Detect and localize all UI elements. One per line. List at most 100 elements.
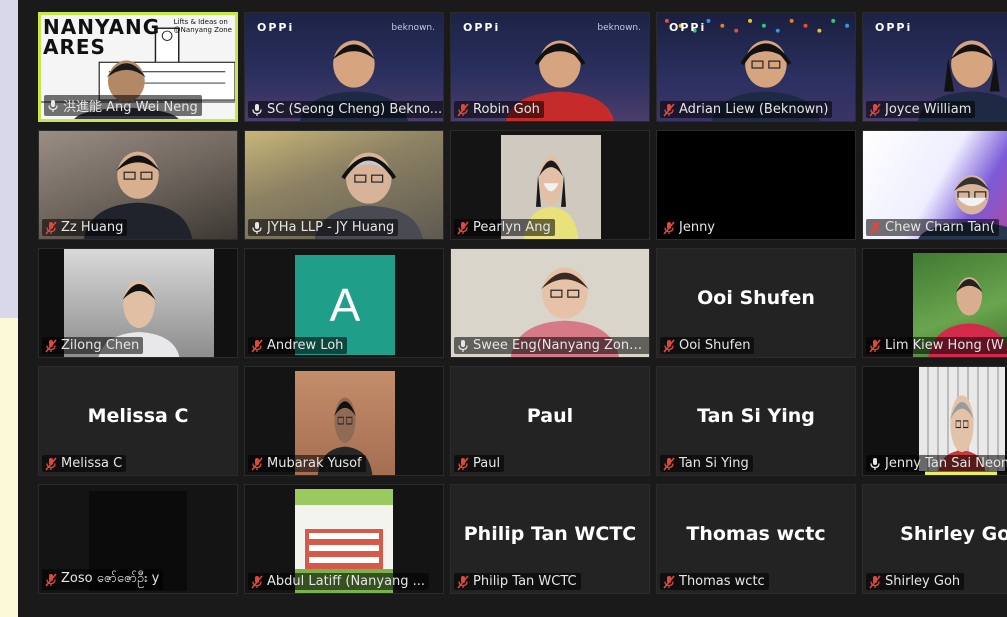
participant-name-label: Jenny Tan Sai Neon (866, 455, 1007, 472)
participant-name: Thomas wctc (679, 574, 765, 589)
participant-name: Andrew Loh (267, 338, 344, 353)
mic-muted-icon (868, 102, 882, 117)
participant-name-label: Melissa C (42, 455, 127, 472)
participant-tile[interactable]: Melissa C Melissa C (38, 366, 238, 476)
participant-tile[interactable]: OPPi beknown. Robin Goh (450, 12, 650, 122)
participant-name: Zoso ဇော်ဇော်ဦး y (61, 571, 160, 586)
participant-name-label: Zoso ဇော်ဇော်ဦး y (42, 569, 164, 590)
mic-muted-icon (456, 574, 470, 589)
mic-muted-icon (662, 456, 676, 471)
participant-name-label: 洪進能 Ang Wei Neng (44, 95, 202, 116)
poster-title: NANYANG ARES (43, 15, 161, 59)
participant-name-label: Ooi Shufen (660, 337, 755, 354)
participant-display-name: Thomas wctc (686, 523, 826, 545)
mic-muted-icon (868, 338, 882, 353)
oppi-logo: OPPi (875, 21, 913, 34)
participant-name: Melissa C (61, 456, 123, 471)
poster-caption: Lifts & Ideas on @Nanyang Zone (173, 18, 232, 34)
participant-name: Ooi Shufen (679, 338, 751, 353)
participant-tile[interactable]: Paul Paul (450, 366, 650, 476)
background-panel-bottom (0, 318, 18, 617)
oppi-logo: OPPi (669, 21, 707, 34)
participant-tile[interactable]: Zz Huang (38, 130, 238, 240)
participant-name-label: Tan Si Ying (660, 455, 753, 472)
participant-tile[interactable]: Zilong Chen (38, 248, 238, 358)
participant-display-name: Tan Si Ying (697, 405, 815, 427)
participant-name: Robin Goh (473, 102, 540, 117)
participant-tile[interactable]: Mubarak Yusof (244, 366, 444, 476)
participant-tile[interactable]: OPPi beknown. SC (Seong Cheng) Bekno... (244, 12, 444, 122)
participant-name: Zz Huang (61, 220, 124, 235)
participant-name-label: Pearlyn Ang (454, 219, 555, 236)
participant-tile[interactable]: Pearlyn Ang (450, 130, 650, 240)
mic-muted-icon (868, 574, 882, 589)
participant-tile[interactable]: Abdul Latiff (Nanyang ... (244, 484, 444, 594)
mic-muted-icon (456, 102, 470, 117)
participant-name-label: Adrian Liew (Beknown) (660, 101, 833, 118)
participant-tile[interactable]: Jenny (656, 130, 856, 240)
mic-muted-icon (250, 338, 264, 353)
mic-muted-icon (662, 220, 676, 235)
mic-icon (46, 99, 60, 113)
oppi-logo: OPPi (463, 21, 501, 34)
participant-name-label: Philip Tan WCTC (454, 573, 581, 590)
participant-tile[interactable]: A Andrew Loh (244, 248, 444, 358)
participant-tile[interactable]: Jenny Tan Sai Neon (862, 366, 1007, 476)
participant-name-label: SC (Seong Cheng) Bekno... (248, 101, 443, 118)
participant-tile[interactable]: Zoso ဇော်ဇော်ဦး y (38, 484, 238, 594)
participant-tile[interactable]: Chew Charn Tan( (862, 130, 1007, 240)
participant-name-label: Zilong Chen (42, 337, 144, 354)
participant-name: Jenny (679, 220, 716, 235)
participant-name: JYHa LLP - JY Huang (267, 220, 395, 235)
participant-tile[interactable]: NANYANG ARES Lifts & Ideas on @Nanyang Zo… (38, 12, 238, 122)
participant-tile[interactable]: OPPi Joyce William (862, 12, 1007, 122)
participant-name: Adrian Liew (Beknown) (679, 102, 829, 117)
beknown-logo: beknown. (391, 23, 435, 33)
participant-name: Shirley Goh (885, 574, 961, 589)
participant-name: Pearlyn Ang (473, 220, 551, 235)
participant-display-name: Ooi Shufen (697, 287, 815, 309)
participant-name-label: Swee Eng(Nanyang Zone ... (454, 337, 650, 354)
participant-tile[interactable]: Thomas wctc Thomas wctc (656, 484, 856, 594)
participant-name: Abdul Latiff (Nanyang ... (267, 574, 426, 589)
participant-name-label: Abdul Latiff (Nanyang ... (248, 573, 430, 590)
participant-name-label: Mubarak Yusof (248, 455, 366, 472)
participant-name-label: Shirley Goh (866, 573, 965, 590)
participant-name-label: Paul (454, 455, 505, 472)
participant-name-label: Thomas wctc (660, 573, 769, 590)
participant-name: 洪進能 Ang Wei Neng (63, 100, 198, 115)
participant-tile[interactable]: JYHa LLP - JY Huang (244, 130, 444, 240)
mic-muted-icon (250, 574, 264, 589)
mic-muted-icon (44, 338, 58, 353)
mic-icon (456, 339, 470, 353)
participant-tile[interactable]: Swee Eng(Nanyang Zone ... (450, 248, 650, 358)
mic-icon (250, 103, 264, 117)
oppi-logo: OPPi (257, 21, 295, 34)
participant-name-label: Zz Huang (42, 219, 128, 236)
background-panel-top (0, 0, 18, 318)
participant-name: Swee Eng(Nanyang Zone ... (473, 338, 650, 353)
participant-tile[interactable]: Tan Si Ying Tan Si Ying (656, 366, 856, 476)
mic-icon (250, 221, 264, 235)
mic-muted-icon (868, 220, 882, 235)
mic-muted-icon (456, 220, 470, 235)
participant-name-label: Jenny (660, 219, 720, 236)
mic-muted-icon (44, 456, 58, 471)
participant-name-label: Chew Charn Tan( (866, 219, 999, 236)
participant-tile[interactable]: Shirley Goh Shirley Goh (862, 484, 1007, 594)
participant-tile[interactable]: OPPi Adrian Liew (Beknown) (656, 12, 856, 122)
participant-tile[interactable]: Lim Kiew Hong (W (862, 248, 1007, 358)
mic-muted-icon (662, 574, 676, 589)
mic-icon (868, 457, 882, 471)
participant-name-label: Lim Kiew Hong (W (866, 337, 1007, 354)
participant-display-name: Philip Tan WCTC (463, 523, 637, 545)
participant-name: Joyce William (885, 102, 972, 117)
mic-muted-icon (456, 456, 470, 471)
mic-muted-icon (44, 220, 58, 235)
participant-tile[interactable]: Ooi Shufen Ooi Shufen (656, 248, 856, 358)
participant-tile[interactable]: Philip Tan WCTC Philip Tan WCTC (450, 484, 650, 594)
participant-name-label: JYHa LLP - JY Huang (248, 219, 399, 236)
participant-name: Zilong Chen (61, 338, 140, 353)
participant-name: Jenny Tan Sai Neon (885, 456, 1007, 471)
participant-name: Tan Si Ying (679, 456, 749, 471)
